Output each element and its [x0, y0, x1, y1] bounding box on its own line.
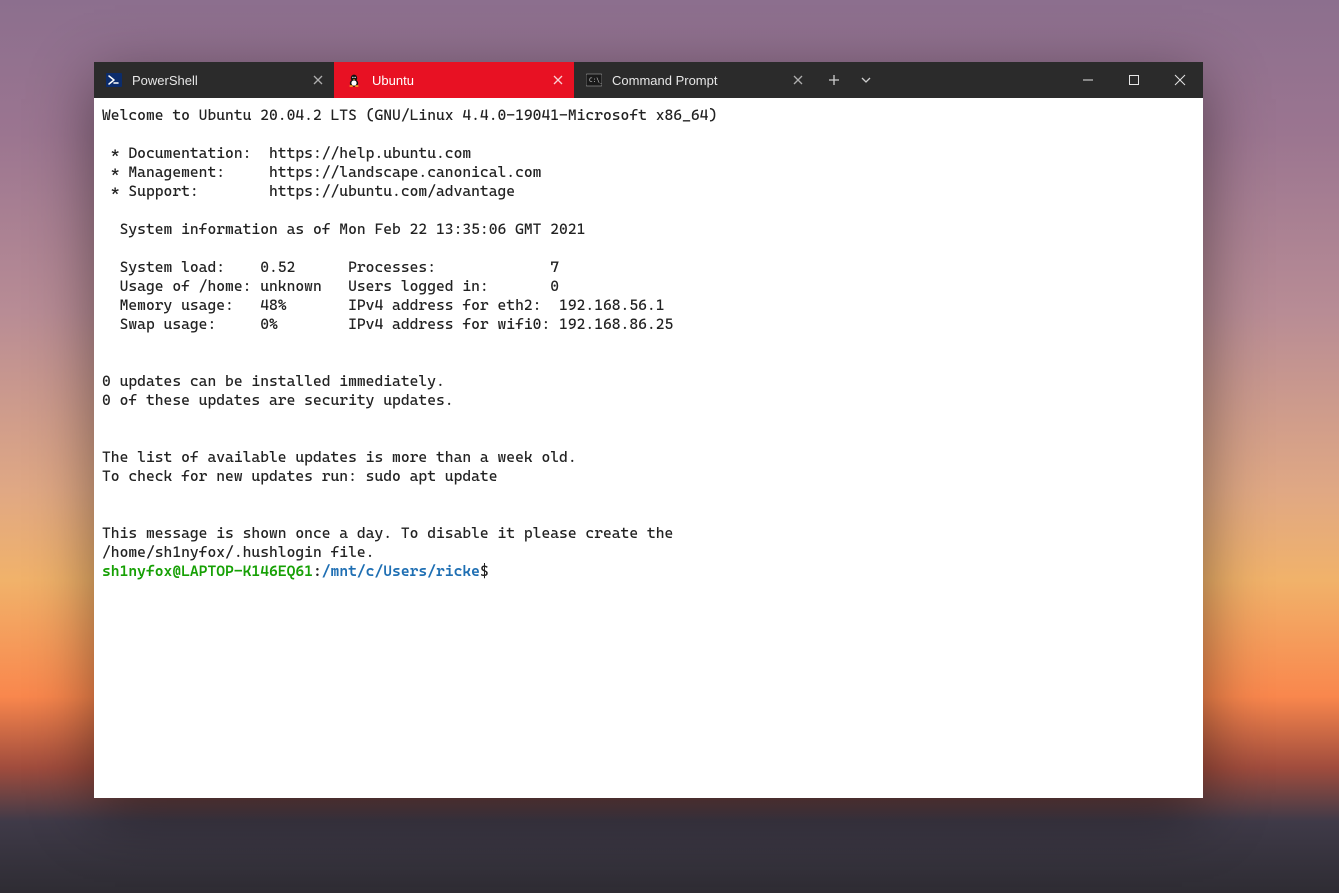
prompt-colon: :: [313, 562, 322, 580]
motd-notice: This message is shown once a day. To dis…: [102, 524, 673, 542]
close-tab-icon[interactable]: [788, 70, 808, 90]
prompt-user: sh1nyfox@LAPTOP-K146EQ61: [102, 562, 313, 580]
terminal-window: PowerShell: [94, 62, 1203, 798]
tab-powershell[interactable]: PowerShell: [94, 62, 334, 98]
sysinfo-row: System load: 0.52 Processes: 7: [102, 258, 559, 276]
updates-line: 0 updates can be installed immediately.: [102, 372, 445, 390]
updates-line: 0 of these updates are security updates.: [102, 391, 454, 409]
tab-actions: [814, 62, 886, 98]
close-window-button[interactable]: [1157, 62, 1203, 98]
motd-welcome: Welcome to Ubuntu 20.04.2 LTS (GNU/Linux…: [102, 106, 717, 124]
tab-ubuntu[interactable]: Ubuntu: [334, 62, 574, 98]
titlebar: PowerShell: [94, 62, 1203, 98]
prompt-symbol: $: [480, 562, 489, 580]
powershell-icon: [106, 72, 122, 88]
tab-label: Command Prompt: [612, 73, 788, 88]
stale-line: The list of available updates is more th…: [102, 448, 577, 466]
prompt-path: /mnt/c/Users/ricke: [322, 562, 480, 580]
motd-support: * Support: https://ubuntu.com/advantage: [102, 182, 515, 200]
terminal-output[interactable]: Welcome to Ubuntu 20.04.2 LTS (GNU/Linux…: [94, 98, 1203, 798]
sysinfo-header: System information as of Mon Feb 22 13:3…: [102, 220, 585, 238]
sysinfo-row: Memory usage: 48% IPv4 address for eth2:…: [102, 296, 665, 314]
cmd-icon: C:\_: [586, 72, 602, 88]
close-tab-icon[interactable]: [548, 70, 568, 90]
tux-icon: [346, 72, 362, 88]
tab-label: PowerShell: [132, 73, 308, 88]
tab-dropdown-button[interactable]: [854, 68, 878, 92]
svg-text:C:\_: C:\_: [589, 77, 602, 84]
tab-label: Ubuntu: [372, 73, 548, 88]
minimize-button[interactable]: [1065, 62, 1111, 98]
sysinfo-row: Swap usage: 0% IPv4 address for wifi0: 1…: [102, 315, 673, 333]
stale-line: To check for new updates run: sudo apt u…: [102, 467, 498, 485]
maximize-button[interactable]: [1111, 62, 1157, 98]
titlebar-drag-region[interactable]: [886, 62, 1065, 98]
tab-command-prompt[interactable]: C:\_ Command Prompt: [574, 62, 814, 98]
new-tab-button[interactable]: [822, 68, 846, 92]
motd-mgmt: * Management: https://landscape.canonica…: [102, 163, 541, 181]
motd-doc: * Documentation: https://help.ubuntu.com: [102, 144, 471, 162]
window-controls: [1065, 62, 1203, 98]
sysinfo-row: Usage of /home: unknown Users logged in:…: [102, 277, 559, 295]
close-tab-icon[interactable]: [308, 70, 328, 90]
desktop-wallpaper: PowerShell: [0, 0, 1339, 893]
motd-notice: /home/sh1nyfox/.hushlogin file.: [102, 543, 374, 561]
